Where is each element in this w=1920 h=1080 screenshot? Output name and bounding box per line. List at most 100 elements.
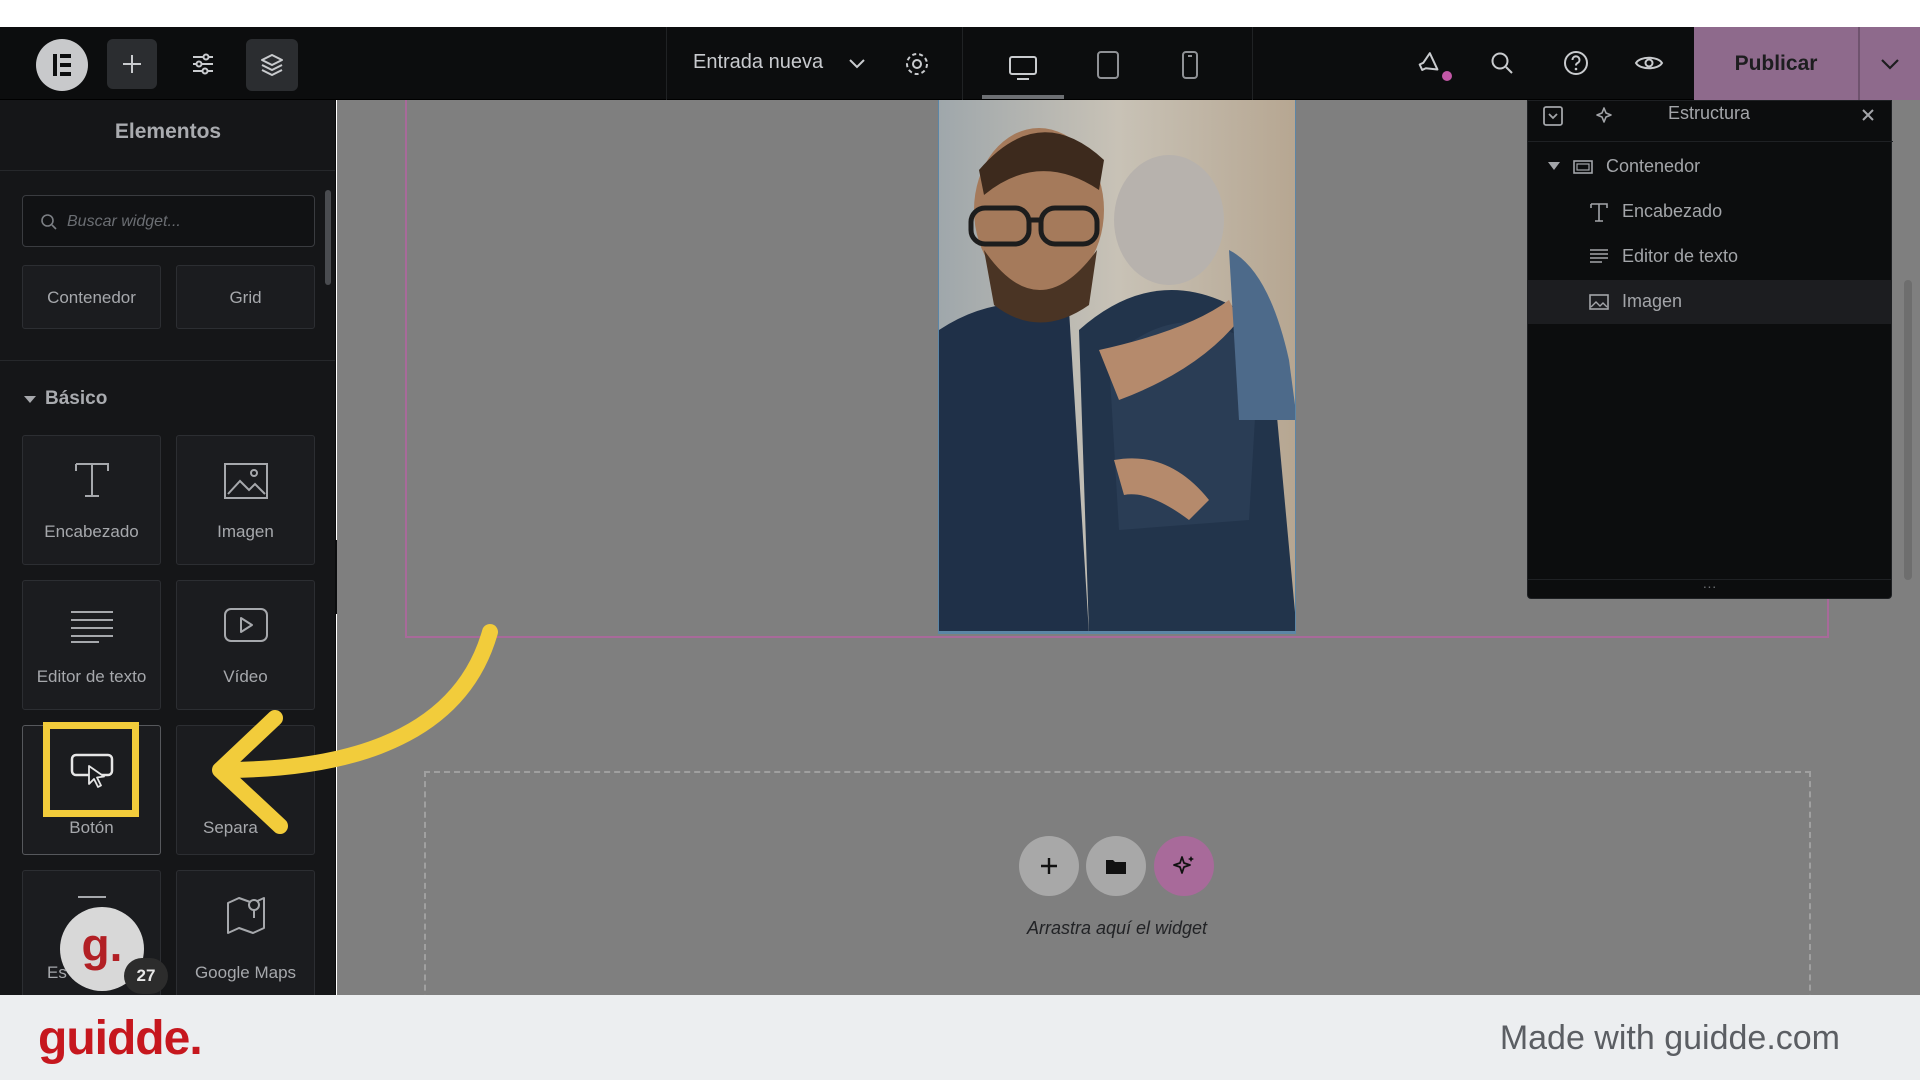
structure-toggle-button[interactable] <box>246 39 298 91</box>
add-template-button[interactable] <box>1086 836 1146 896</box>
sparkle-icon <box>1173 856 1194 874</box>
widget-label: Encabezado <box>44 522 139 541</box>
guidde-logo: guidde. <box>38 1012 203 1065</box>
publish-options-button[interactable] <box>1860 27 1920 100</box>
editor-top-bar: Entrada nueva Publicar <box>0 27 1920 100</box>
structure-item-heading[interactable]: Encabezado <box>1528 190 1891 234</box>
chevron-down-icon[interactable] <box>845 47 869 79</box>
structure-item-label: Imagen <box>1622 291 1683 311</box>
structure-item-text-editor[interactable]: Editor de texto <box>1528 235 1891 279</box>
publish-button[interactable]: Publicar <box>1694 27 1858 100</box>
mobile-view-button[interactable] <box>1170 39 1210 91</box>
widget-label: Vídeo <box>223 667 268 686</box>
help-icon <box>1564 51 1588 75</box>
divider <box>0 170 335 171</box>
panel-scrollbar[interactable] <box>325 190 331 285</box>
divider <box>1252 27 1253 100</box>
structure-item-label: Encabezado <box>1622 201 1723 221</box>
widget-label: Grid <box>229 288 262 307</box>
caret-down-icon[interactable] <box>24 396 36 403</box>
guidde-badge-letter: g. <box>81 919 123 971</box>
divider <box>962 27 963 100</box>
document-title[interactable]: Entrada nueva <box>693 51 823 74</box>
caret-down-icon[interactable] <box>1548 162 1560 172</box>
notification-dot <box>1442 71 1452 81</box>
desktop-icon <box>1009 56 1037 80</box>
panel-title: Elementos <box>114 120 222 143</box>
heading-icon <box>1590 203 1608 222</box>
gear-icon <box>906 53 928 75</box>
eye-icon <box>1634 56 1664 70</box>
map-icon <box>226 897 265 934</box>
collapse-all-icon[interactable] <box>1542 105 1564 127</box>
canvas-scrollbar[interactable] <box>1904 280 1912 580</box>
image-icon <box>223 463 268 499</box>
close-icon[interactable] <box>1856 103 1880 127</box>
spacer-icon <box>77 896 106 898</box>
container-icon <box>1573 160 1593 174</box>
widget-label: Google Maps <box>194 963 297 982</box>
search-icon <box>41 214 57 230</box>
hug-photo[interactable] <box>938 100 1296 634</box>
tablet-icon <box>1097 51 1119 79</box>
preview-button[interactable] <box>1628 43 1670 83</box>
structure-title: Estructura <box>1668 103 1751 123</box>
plus-icon <box>123 55 141 73</box>
desktop-view-button[interactable] <box>982 39 1064 97</box>
ai-generate-button[interactable] <box>1154 836 1214 896</box>
video-icon <box>223 608 268 642</box>
footer-credit: Made with guidde.com <box>1499 1019 1840 1057</box>
divider <box>0 360 335 361</box>
plus-icon <box>1041 858 1057 874</box>
sliders-icon <box>193 53 213 75</box>
widget-label: Imagen <box>217 522 274 541</box>
widget-divider[interactable]: Separa <box>176 725 315 855</box>
text-editor-icon <box>1590 249 1608 263</box>
widget-text-editor[interactable]: Editor de texto <box>22 580 161 710</box>
screenshot-stage: Entrada nueva Publicar Elementos Buscar … <box>0 0 1920 1080</box>
structure-item-label: Contenedor <box>1606 156 1701 176</box>
photo-illustration <box>939 100 1295 631</box>
text-editor-icon <box>70 611 113 643</box>
divider <box>1528 141 1893 142</box>
chevron-down-icon <box>1881 58 1899 70</box>
page-settings-button[interactable] <box>900 47 934 81</box>
structure-item-image[interactable]: Imagen <box>1528 280 1891 324</box>
sparkle-icon[interactable] <box>1594 105 1616 127</box>
widget-video[interactable]: Vídeo <box>176 580 315 710</box>
category-basic[interactable]: Básico <box>45 388 107 410</box>
add-element-button[interactable] <box>107 39 157 89</box>
widget-label: Editor de texto <box>36 667 147 686</box>
divider <box>666 27 667 100</box>
drop-zone-hint: Arrastra aquí el widget <box>1026 918 1208 938</box>
widget-google-maps[interactable]: Google Maps <box>176 870 315 995</box>
widget-label: Contenedor <box>47 288 136 307</box>
tablet-view-button[interactable] <box>1088 39 1128 91</box>
add-section-button[interactable] <box>1019 836 1079 896</box>
footer: guidde. Made with guidde.com <box>0 995 1920 1080</box>
mobile-icon <box>1182 51 1198 79</box>
heading-icon <box>74 463 109 497</box>
resize-grip-icon[interactable]: ··· <box>1528 579 1891 599</box>
search-icon <box>1491 52 1513 74</box>
widget-container[interactable]: Contenedor <box>22 265 161 329</box>
highlight-box <box>43 722 139 817</box>
finder-button[interactable] <box>1482 43 1522 83</box>
structure-panel: Estructura Contenedor Encabezado Editor … <box>1527 100 1893 599</box>
image-icon <box>1589 294 1609 310</box>
widget-heading[interactable]: Encabezado <box>22 435 161 565</box>
widget-grid[interactable]: Grid <box>176 265 315 329</box>
active-device-indicator <box>982 95 1064 99</box>
help-button[interactable] <box>1556 43 1596 83</box>
widget-image[interactable]: Imagen <box>176 435 315 565</box>
widget-search[interactable] <box>22 195 315 247</box>
site-settings-button[interactable] <box>178 39 228 89</box>
widget-label: Separa <box>203 818 258 837</box>
widget-label: Botón <box>69 818 114 837</box>
step-counter: 27 <box>124 958 168 994</box>
structure-item-label: Editor de texto <box>1622 246 1739 266</box>
structure-item-container[interactable]: Contenedor <box>1528 145 1891 189</box>
search-input[interactable] <box>67 210 297 234</box>
folder-icon <box>1106 860 1126 874</box>
elementor-logo-icon[interactable] <box>36 39 88 91</box>
